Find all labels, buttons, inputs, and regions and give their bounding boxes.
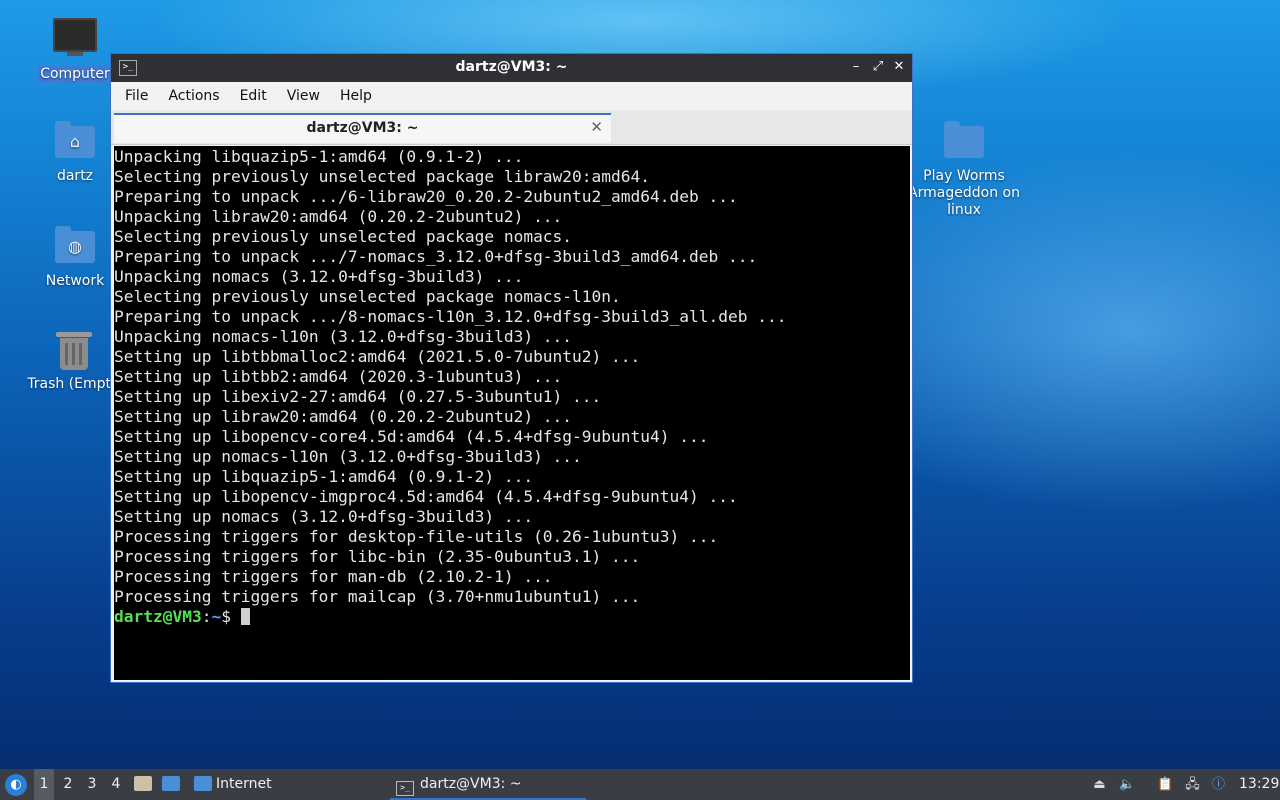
- workspace-1[interactable]: 1: [34, 769, 54, 800]
- terminal-line: Setting up libraw20:amd64 (0.20.2-2ubunt…: [114, 407, 573, 426]
- terminal-line: Setting up libopencv-core4.5d:amd64 (4.5…: [114, 427, 709, 446]
- folder-icon: [194, 776, 212, 791]
- terminal-line: Unpacking libraw20:amd64 (0.20.2-2ubuntu…: [114, 207, 563, 226]
- prompt-symbol: $: [221, 607, 241, 626]
- folder-icon: [942, 120, 986, 164]
- file-manager-launcher[interactable]: [134, 769, 152, 800]
- show-desktop-launcher[interactable]: [162, 769, 180, 800]
- taskbar: ◐ 1 2 3 4 Internet >_ dartz@VM3: ~ ⏏ 🔈 📋 …: [0, 769, 1280, 800]
- terminal-line: Processing triggers for libc-bin (2.35-0…: [114, 547, 641, 566]
- workspace-3[interactable]: 3: [82, 769, 102, 800]
- terminal-line: Processing triggers for man-db (2.10.2-1…: [114, 567, 553, 586]
- desktop-icon: [162, 776, 180, 791]
- desktop-icon-label: Network: [45, 273, 105, 289]
- maximize-button[interactable]: ⤢: [870, 59, 886, 75]
- terminal-line: Selecting previously unselected package …: [114, 227, 573, 246]
- tab-close-icon[interactable]: ✕: [590, 118, 603, 136]
- network-icon[interactable]: 🖧: [1184, 776, 1201, 793]
- terminal-line: Setting up libexiv2-27:amd64 (0.27.5-3ub…: [114, 387, 602, 406]
- desktop-icon-label: Computer: [38, 66, 112, 83]
- terminal-prompt[interactable]: dartz@VM3:~$: [114, 607, 910, 627]
- terminal-line: Setting up libtbbmalloc2:amd64 (2021.5.0…: [114, 347, 641, 366]
- terminal-line: Preparing to unpack .../7-nomacs_3.12.0+…: [114, 247, 758, 266]
- tab-terminal[interactable]: dartz@VM3: ~ ✕: [114, 113, 611, 143]
- menu-help[interactable]: Help: [330, 88, 382, 104]
- terminal-line: Setting up libopencv-imgproc4.5d:amd64 (…: [114, 487, 738, 506]
- workspace-2[interactable]: 2: [58, 769, 78, 800]
- terminal-line: Unpacking nomacs (3.12.0+dfsg-3build3) .…: [114, 267, 524, 286]
- internet-launcher[interactable]: Internet: [194, 769, 272, 800]
- terminal-line: Processing triggers for mailcap (3.70+nm…: [114, 587, 641, 606]
- eject-icon[interactable]: ⏏: [1091, 776, 1108, 793]
- tab-title: dartz@VM3: ~: [306, 120, 419, 136]
- clipboard-icon[interactable]: 📋: [1157, 776, 1174, 793]
- volume-icon[interactable]: 🔈: [1119, 776, 1136, 793]
- terminal-output[interactable]: Unpacking libquazip5-1:amd64 (0.9.1-2) .…: [114, 146, 910, 680]
- prompt-path: ~: [211, 607, 222, 626]
- desktop-icon-worms-folder[interactable]: Play Worms Armageddon on linux: [906, 120, 1022, 219]
- internet-label: Internet: [216, 776, 272, 792]
- home-folder-icon: ⌂: [53, 120, 97, 164]
- terminal-lines: Unpacking libquazip5-1:amd64 (0.9.1-2) .…: [114, 147, 910, 607]
- terminal-line: Setting up nomacs-l10n (3.12.0+dfsg-3bui…: [114, 447, 582, 466]
- terminal-line: Unpacking libquazip5-1:amd64 (0.9.1-2) .…: [114, 147, 524, 166]
- trash-icon: [52, 328, 96, 372]
- workspace-4[interactable]: 4: [106, 769, 126, 800]
- minimize-button[interactable]: –: [848, 59, 864, 75]
- clock[interactable]: 13:29: [1239, 769, 1279, 800]
- taskbar-task-terminal[interactable]: >_ dartz@VM3: ~: [390, 769, 586, 800]
- terminal-line: Setting up libquazip5-1:amd64 (0.9.1-2) …: [114, 467, 534, 486]
- start-menu-icon[interactable]: ◐: [5, 774, 27, 796]
- prompt-separator: :: [201, 607, 212, 626]
- terminal-line: Unpacking nomacs-l10n (3.12.0+dfsg-3buil…: [114, 327, 573, 346]
- menu-file[interactable]: File: [115, 88, 158, 104]
- desktop-icon-computer[interactable]: Computer: [27, 14, 123, 83]
- close-button[interactable]: ✕: [891, 59, 907, 75]
- terminal-line: Setting up nomacs (3.12.0+dfsg-3build3) …: [114, 507, 534, 526]
- computer-icon: [53, 18, 97, 62]
- window-titlebar[interactable]: >_ dartz@VM3: ~ – ⤢ ✕: [111, 54, 912, 82]
- menu-view[interactable]: View: [277, 88, 330, 104]
- terminal-line: Selecting previously unselected package …: [114, 287, 621, 306]
- menu-actions[interactable]: Actions: [158, 88, 229, 104]
- terminal-line: Setting up libtbb2:amd64 (2020.3-1ubuntu…: [114, 367, 563, 386]
- notification-icon[interactable]: ⓘ: [1210, 776, 1227, 793]
- desktop-icon-label: Play Worms Armageddon on linux: [908, 168, 1020, 218]
- desktop-icon-label: dartz: [56, 168, 94, 184]
- terminal-line: Preparing to unpack .../6-libraw20_0.20.…: [114, 187, 738, 206]
- window-title: dartz@VM3: ~: [455, 59, 568, 75]
- file-manager-icon: [134, 776, 152, 791]
- task-title: dartz@VM3: ~: [420, 776, 522, 792]
- prompt-user-host: dartz@VM3: [114, 607, 202, 626]
- terminal-window: >_ dartz@VM3: ~ – ⤢ ✕ File Actions Edit …: [110, 53, 913, 683]
- menu-edit[interactable]: Edit: [230, 88, 277, 104]
- terminal-icon: >_: [396, 781, 414, 796]
- menubar: File Actions Edit View Help: [111, 82, 912, 110]
- network-folder-icon: ◍: [53, 225, 97, 269]
- text-cursor: [240, 608, 250, 625]
- terminal-line: Preparing to unpack .../8-nomacs-l10n_3.…: [114, 307, 787, 326]
- tab-bar: dartz@VM3: ~ ✕: [111, 110, 912, 145]
- terminal-line: Processing triggers for desktop-file-uti…: [114, 527, 719, 546]
- desktop-icon-network[interactable]: ◍ Network: [27, 225, 123, 290]
- desktop-icon-home-folder[interactable]: ⌂ dartz: [27, 120, 123, 185]
- terminal-line: Selecting previously unselected package …: [114, 167, 651, 186]
